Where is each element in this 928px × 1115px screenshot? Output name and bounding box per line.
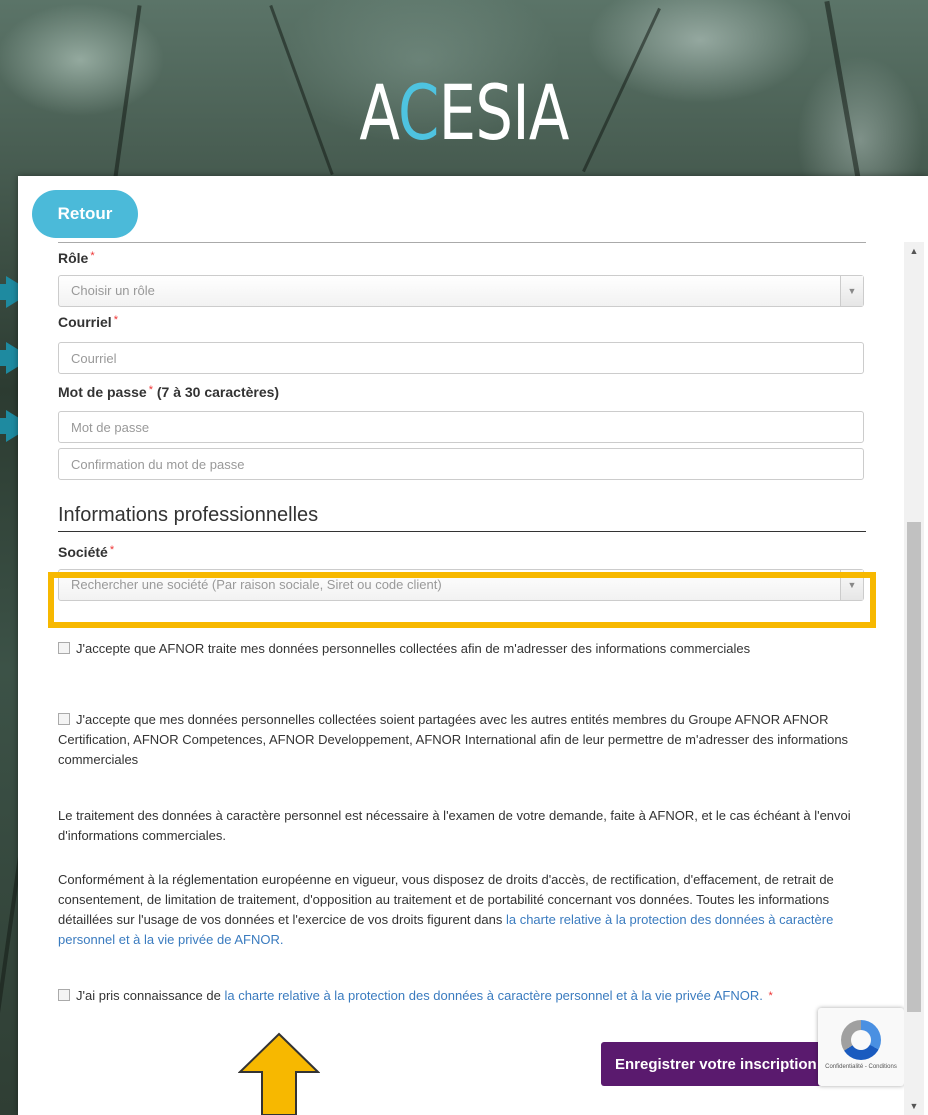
recaptcha-icon <box>841 1020 881 1060</box>
rights-notice: Conformément à la réglementation europée… <box>58 872 834 947</box>
processing-notice: Le traitement des données à caractère pe… <box>58 808 851 843</box>
charter-link[interactable]: la charte relative à la protection des d… <box>224 988 762 1003</box>
submit-registration-button[interactable]: Enregistrer votre inscription <box>601 1042 841 1086</box>
consent-marketing: J'accepte que AFNOR traite mes données p… <box>58 639 866 659</box>
marketing-checkbox[interactable] <box>58 642 70 654</box>
password-field[interactable] <box>58 411 864 443</box>
scrollbar-thumb[interactable] <box>907 522 921 1012</box>
chevron-down-icon: ▼ <box>840 276 863 306</box>
sharing-checkbox[interactable] <box>58 713 70 725</box>
scroll-up-icon[interactable]: ▲ <box>904 242 924 260</box>
role-label: Rôle * <box>58 250 95 266</box>
company-select[interactable]: Rechercher une société (Par raison socia… <box>58 569 864 601</box>
form-scroll-area: Rôle* Choisir un rôle ▼ Courriel* Mot de… <box>48 242 876 1115</box>
consent-sharing: J'accepte que mes données personnelles c… <box>58 712 849 767</box>
divider <box>58 242 866 243</box>
registration-panel: Retour Rôle * Choisir un rôle ▼ Courriel *… <box>18 176 928 1115</box>
scrollbar[interactable]: ▲ ▼ <box>904 242 924 1115</box>
back-button[interactable]: Retour <box>32 190 138 238</box>
chevron-down-icon: ▼ <box>840 570 863 600</box>
scroll-down-icon[interactable]: ▼ <box>904 1097 924 1115</box>
company-label: Société * <box>58 544 115 560</box>
password-confirm-field[interactable] <box>58 448 864 480</box>
charter-checkbox[interactable] <box>58 989 70 1001</box>
email-field[interactable] <box>58 342 864 374</box>
consent-charter: J'ai pris connaissance de la charte rela… <box>58 986 866 1006</box>
email-label: Courriel * <box>58 314 118 330</box>
password-label: Mot de passe * (7 à 30 caractères) <box>58 384 280 400</box>
arrow-up-icon <box>238 1032 320 1115</box>
role-select[interactable]: Choisir un rôle ▼ <box>58 275 864 307</box>
acesia-logo: ACESIA <box>359 68 569 157</box>
recaptcha-badge[interactable]: Confidentialité - Conditions <box>818 1008 904 1086</box>
section-title: Informations professionnelles <box>58 504 866 532</box>
